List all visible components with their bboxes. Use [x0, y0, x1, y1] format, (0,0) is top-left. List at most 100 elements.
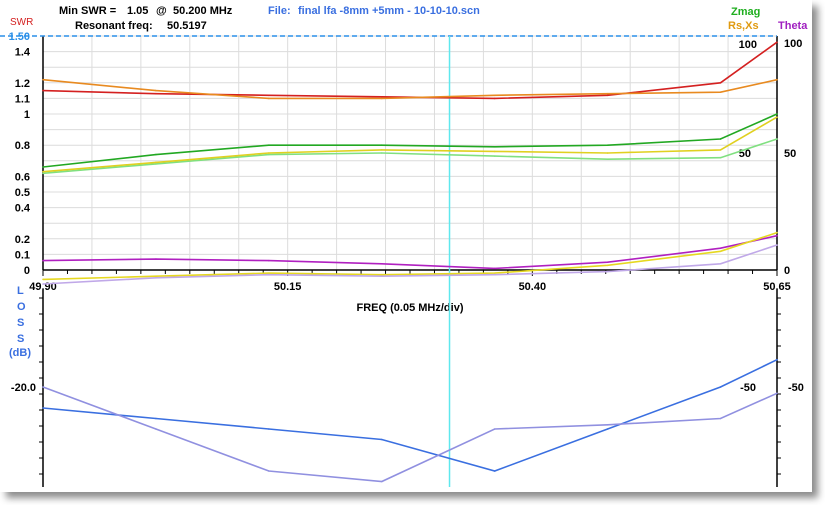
loss-series-point-1 — [493, 428, 496, 430]
loss-series-point-0 — [155, 417, 157, 420]
series-point-7 — [42, 283, 44, 285]
y-tick-label-left: 1.1 — [15, 93, 30, 105]
series-point-3 — [606, 158, 609, 161]
series-line-5 — [42, 234, 778, 270]
series-point-1 — [776, 78, 778, 81]
x-tick-label: 50.40 — [519, 281, 547, 293]
series-point-4 — [606, 152, 609, 154]
series-point-5 — [380, 262, 383, 265]
loss-series-point-1 — [719, 417, 722, 420]
series-point-5 — [42, 259, 44, 262]
resonant-freq-value: 50.5197 — [167, 20, 207, 32]
series-point-1 — [719, 91, 722, 93]
loss-series-point-0 — [776, 358, 778, 361]
series-point-2 — [719, 138, 722, 140]
series-point-7 — [719, 262, 722, 265]
series-point-5 — [155, 258, 157, 260]
file-name: final lfa -8mm +5mm - 10-10-10.scn — [298, 5, 480, 17]
rsxs-legend: Rs,Xs — [728, 20, 759, 32]
series-point-3 — [268, 153, 270, 156]
y-tick-label-left: 0.1 — [15, 249, 30, 261]
series-point-5 — [719, 247, 722, 249]
x-tick-label: 50.15 — [274, 281, 302, 293]
series-point-4 — [42, 170, 44, 173]
series-point-4 — [493, 150, 496, 153]
x-tick-label: 50.65 — [763, 281, 791, 293]
series-point-4 — [380, 149, 383, 151]
series-point-6 — [776, 231, 778, 234]
theta-legend: Theta — [778, 20, 808, 32]
file-label: File: — [268, 5, 291, 17]
series-point-6 — [606, 264, 609, 267]
series-point-6 — [719, 250, 722, 253]
swr-axis-label: SWR — [10, 17, 34, 28]
y-tick-label-right: 100 — [784, 38, 802, 50]
loss-series-point-1 — [380, 480, 383, 483]
resonant-freq-label: Resonant freq: — [75, 20, 153, 32]
series-point-1 — [380, 97, 383, 100]
series-point-1 — [155, 89, 157, 92]
y-tick-label-right: 50 — [784, 148, 796, 160]
y-tick-label-left: 0.6 — [15, 171, 30, 183]
loss-series-point-1 — [268, 470, 270, 472]
series-point-0 — [380, 96, 383, 98]
loss-series-point-0 — [380, 438, 383, 441]
series-point-6 — [493, 272, 496, 274]
loss-series-point-0 — [606, 428, 609, 430]
min-swr-at: @ — [156, 5, 167, 17]
zmag-legend: Zmag — [731, 6, 761, 18]
series-point-3 — [155, 163, 157, 165]
series-point-2 — [155, 153, 157, 156]
series-point-0 — [268, 94, 270, 97]
y-tick-label-left: 1.4 — [15, 47, 31, 59]
loss-letter-l: L — [17, 285, 24, 297]
series-point-4 — [155, 161, 157, 164]
series-point-0 — [493, 97, 496, 100]
loss-series-point-0 — [268, 428, 270, 430]
series-point-1 — [493, 94, 496, 97]
series-point-2 — [493, 145, 496, 148]
series-point-1 — [606, 92, 609, 95]
y-tick-label-left: 1.2 — [15, 78, 30, 90]
min-swr-label: Min SWR = — [59, 5, 117, 17]
swr-plot-chart: 1.50 1.4 1.2 1.1 1 0.8 0.6 0.5 0.4 0.2 0.1 0 100 50 0 1… — [0, 31, 804, 487]
series-point-5 — [606, 261, 609, 264]
loss-series-line-1 — [42, 386, 778, 483]
loss-series-point-1 — [776, 392, 778, 395]
series-point-7 — [155, 277, 157, 279]
series-point-2 — [268, 144, 270, 146]
series-line-3 — [42, 138, 778, 175]
loss-tick-label-right: -50 — [788, 382, 804, 394]
loss-letter-s1: S — [17, 317, 25, 329]
series-point-3 — [719, 156, 722, 159]
inner-label-100: 100 — [739, 39, 757, 51]
loss-series-point-1 — [606, 424, 609, 426]
loss-series-point-1 — [42, 386, 44, 388]
series-point-7 — [776, 244, 778, 246]
series-point-2 — [42, 166, 44, 168]
min-swr-value: 1.05 — [127, 5, 149, 17]
series-point-7 — [380, 275, 383, 278]
series-point-3 — [42, 172, 44, 175]
series-point-0 — [42, 89, 44, 92]
series-point-7 — [606, 270, 609, 273]
series-point-6 — [155, 275, 157, 278]
series-point-5 — [776, 234, 778, 237]
series-point-3 — [380, 152, 383, 154]
series-point-3 — [776, 138, 778, 140]
y-tick-label-right: 0 — [784, 265, 790, 277]
series-point-4 — [776, 116, 778, 118]
y-tick-label-left: 0.5 — [15, 187, 30, 199]
loss-series-line-0 — [42, 358, 778, 472]
loss-inner-label: -50 — [740, 382, 756, 394]
series-point-6 — [42, 278, 44, 281]
y-tick-label-left: 1.50 — [9, 31, 30, 43]
loss-letter-o: O — [17, 301, 26, 313]
loss-series-point-0 — [42, 407, 44, 409]
series-point-5 — [493, 267, 496, 270]
series-point-0 — [155, 92, 157, 95]
series-point-7 — [493, 273, 496, 276]
series-point-2 — [606, 144, 609, 146]
series-point-4 — [719, 149, 722, 151]
min-swr-freq: 50.200 MHz — [173, 5, 233, 17]
